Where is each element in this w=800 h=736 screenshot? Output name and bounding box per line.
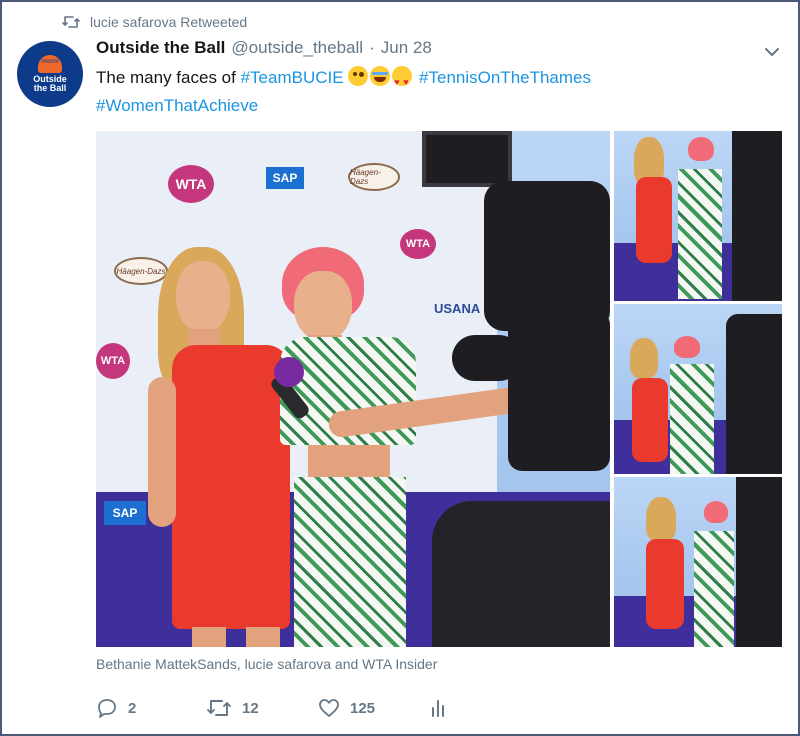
wta-logo: WTA xyxy=(168,165,214,203)
thumb3-red-romper xyxy=(646,539,684,629)
thumb3-leaf-outfit xyxy=(694,531,734,647)
ball-cap-logo-icon xyxy=(38,55,62,73)
thumb3-blonde-hair xyxy=(646,497,676,541)
camera-body xyxy=(484,181,610,331)
like-count: 125 xyxy=(350,699,376,717)
retweet-context-label[interactable]: lucie safarova Retweeted xyxy=(90,14,247,30)
winking-tongue-emoji-icon xyxy=(348,66,369,86)
haagen-dazs-logo: Häagen-Dazs xyxy=(348,163,400,191)
tweet-date[interactable]: Jun 28 xyxy=(381,38,432,58)
analytics-button[interactable] xyxy=(430,698,446,718)
blonde-leg-right xyxy=(246,627,280,647)
wta-logo-2: WTA xyxy=(400,229,436,259)
retweet-small-icon xyxy=(62,15,80,29)
heart-icon xyxy=(318,698,340,718)
sap-logo-2: SAP xyxy=(104,501,146,525)
thumb1-red-romper xyxy=(636,177,672,263)
media-photo-thumb-2[interactable] xyxy=(614,304,782,474)
blonde-leg-left xyxy=(192,627,226,647)
camera-operator xyxy=(432,501,610,647)
thumb3-camera xyxy=(736,477,782,647)
like-button[interactable]: 125 xyxy=(318,698,430,718)
leaf-pants xyxy=(294,477,406,647)
author-handle[interactable]: @outside_theball xyxy=(231,38,363,58)
media-photo-thumb-1[interactable] xyxy=(614,131,782,301)
sap-logo: SAP xyxy=(266,167,304,189)
media-caption[interactable]: Bethanie MattekSands, lucie safarova and… xyxy=(96,656,437,672)
analytics-icon xyxy=(430,698,446,718)
retweet-icon xyxy=(206,698,232,718)
thumb1-camera xyxy=(732,131,782,301)
reply-icon xyxy=(96,697,118,719)
tears-of-joy-emoji-icon xyxy=(370,66,391,86)
retweet-context: lucie safarova Retweeted xyxy=(62,12,247,32)
tweet-text-prefix: The many faces of xyxy=(96,68,241,87)
thumb2-blonde-hair xyxy=(630,338,658,378)
author-name[interactable]: Outside the Ball xyxy=(96,38,225,58)
camera-monitor xyxy=(422,131,512,187)
tweet-text: The many faces of #TeamBUCIE #TennisOnTh… xyxy=(96,64,756,120)
thumb1-leaf-outfit xyxy=(678,169,722,299)
wta-logo-3: WTA xyxy=(96,343,130,379)
microphone-icon xyxy=(274,357,304,387)
retweet-count: 12 xyxy=(242,699,259,717)
thumb1-pink-hair xyxy=(688,137,714,161)
pink-face xyxy=(294,271,352,341)
blonde-face xyxy=(176,261,230,333)
hashtag-teambucie[interactable]: #TeamBUCIE xyxy=(241,68,344,87)
thumb2-red-romper xyxy=(632,378,668,462)
tweet-actions: 2 12 125 xyxy=(96,696,446,720)
avatar-logo-line2: the Ball xyxy=(33,83,67,93)
camera-mount xyxy=(508,311,610,471)
chevron-down-icon[interactable] xyxy=(762,42,782,62)
thumb2-pink-hair xyxy=(674,336,700,358)
retweet-button[interactable]: 12 xyxy=(206,698,318,718)
media-photo-thumb-3[interactable] xyxy=(614,477,782,647)
usana-logo: USANA xyxy=(434,301,481,316)
thumb2-leaf-outfit xyxy=(670,364,714,474)
header-separator: · xyxy=(369,38,375,57)
reply-count: 2 xyxy=(128,699,137,717)
hashtag-tennisonthethames[interactable]: #TennisOnTheThames xyxy=(419,68,591,87)
heart-eyes-emoji-icon xyxy=(392,66,413,96)
avatar[interactable]: Outside the Ball xyxy=(17,41,83,107)
haagen-dazs-logo-2: Häagen-Dazs xyxy=(114,257,168,285)
pink-midriff xyxy=(308,445,390,479)
reply-button[interactable]: 2 xyxy=(96,697,206,719)
tweet-header: Outside the Ball @outside_theball · Jun … xyxy=(96,38,432,58)
thumb2-camera xyxy=(726,314,782,474)
media-photo-main[interactable]: WTA WTA WTA SAP SAP Häagen-Dazs Häagen-D… xyxy=(96,131,610,647)
hashtag-womenthatachieve[interactable]: #WomenThatAchieve xyxy=(96,96,258,115)
blonde-arm xyxy=(148,377,176,527)
thumb3-pink-hair xyxy=(704,501,728,523)
